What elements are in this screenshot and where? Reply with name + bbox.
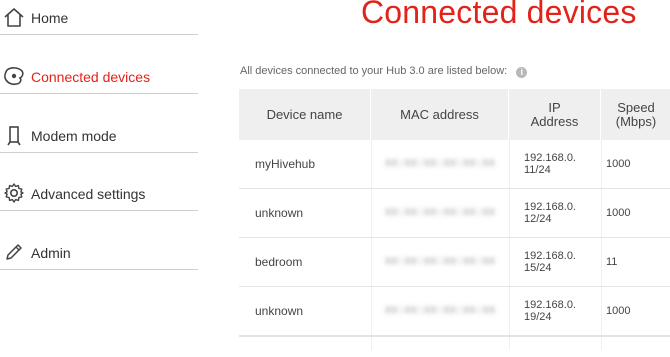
mac-address-value: XX:XX:XX:XX:XX:XX <box>385 305 496 317</box>
table-row[interactable]: unknown XX:XX:XX:XX:XX:XX 192.168.0. 19/… <box>239 287 670 336</box>
intro-text: All devices connected to your Hub 3.0 ar… <box>240 65 528 78</box>
intro-label: All devices connected to your Hub 3.0 ar… <box>240 65 508 77</box>
column-header-mac-address[interactable]: MAC address <box>371 89 509 140</box>
table-row[interactable]: unknown XX:XX:XX:XX:XX:XX 192.168.0. 12/… <box>239 189 670 238</box>
mac-address-cell: XX:XX:XX:XX:XX:XX <box>371 140 509 188</box>
devices-table: Device name MAC address IP Address Speed… <box>239 89 670 357</box>
sidebar-item-label: Advanced settings <box>31 186 146 202</box>
mac-address-value: XX:XX:XX:XX:XX:XX <box>385 158 496 170</box>
mac-address-cell: XX:XX:XX:XX:XX:XX <box>371 238 509 286</box>
ip-address-cell: 192.168.0. 19/24 <box>524 299 576 323</box>
sidebar-item-admin[interactable]: Admin <box>0 211 198 270</box>
sidebar-item-advanced-settings[interactable]: Advanced settings <box>0 152 198 211</box>
sidebar-item-label: Connected devices <box>31 69 151 85</box>
sidebar-item-home[interactable]: Home <box>0 0 198 35</box>
sidebar-item-connected-devices[interactable]: Connected devices <box>0 35 198 94</box>
mac-address-value: XX:XX:XX:XX:XX:XX <box>385 207 496 219</box>
table-row[interactable]: bedroom XX:XX:XX:XX:XX:XX 192.168.0. 15/… <box>239 238 670 287</box>
pencil-icon <box>3 241 25 263</box>
table-row-partial <box>239 336 670 357</box>
speed-cell: 11 <box>606 256 618 268</box>
device-name-cell: unknown <box>255 206 304 220</box>
mac-address-cell: XX:XX:XX:XX:XX:XX <box>371 287 509 335</box>
sidebar-item-label: Admin <box>31 245 71 261</box>
devices-icon <box>3 65 25 87</box>
column-header-speed[interactable]: Speed (Mbps) <box>601 89 670 140</box>
mac-address-value: XX:XX:XX:XX:XX:XX <box>385 256 496 268</box>
mac-address-cell: XX:XX:XX:XX:XX:XX <box>371 189 509 237</box>
table-body: myHivehub XX:XX:XX:XX:XX:XX 192.168.0. 1… <box>239 140 670 357</box>
page-title: Connected devices <box>361 0 637 30</box>
column-header-ip-address[interactable]: IP Address <box>509 89 601 140</box>
ip-address-cell: 192.168.0. 15/24 <box>524 250 576 274</box>
device-name-cell: bedroom <box>255 255 303 269</box>
ip-address-cell: 192.168.0. 12/24 <box>524 201 576 225</box>
speed-cell: 1000 <box>606 305 631 317</box>
speed-cell: 1000 <box>606 207 631 219</box>
gear-icon <box>3 182 25 204</box>
sidebar-item-label: Home <box>31 10 69 26</box>
home-icon <box>3 6 25 28</box>
device-name-cell: unknown <box>255 304 304 318</box>
device-name-cell: myHivehub <box>255 157 316 171</box>
table-header: Device name MAC address IP Address Speed… <box>239 89 670 140</box>
modem-icon <box>3 124 25 146</box>
table-row[interactable]: myHivehub XX:XX:XX:XX:XX:XX 192.168.0. 1… <box>239 140 670 189</box>
sidebar-item-label: Modem mode <box>31 128 117 144</box>
info-icon[interactable]: i <box>516 67 528 78</box>
speed-cell: 1000 <box>606 158 631 170</box>
sidebar-item-modem-mode[interactable]: Modem mode <box>0 94 198 153</box>
ip-address-cell: 192.168.0. 11/24 <box>524 152 576 176</box>
column-header-device-name[interactable]: Device name <box>239 89 371 140</box>
